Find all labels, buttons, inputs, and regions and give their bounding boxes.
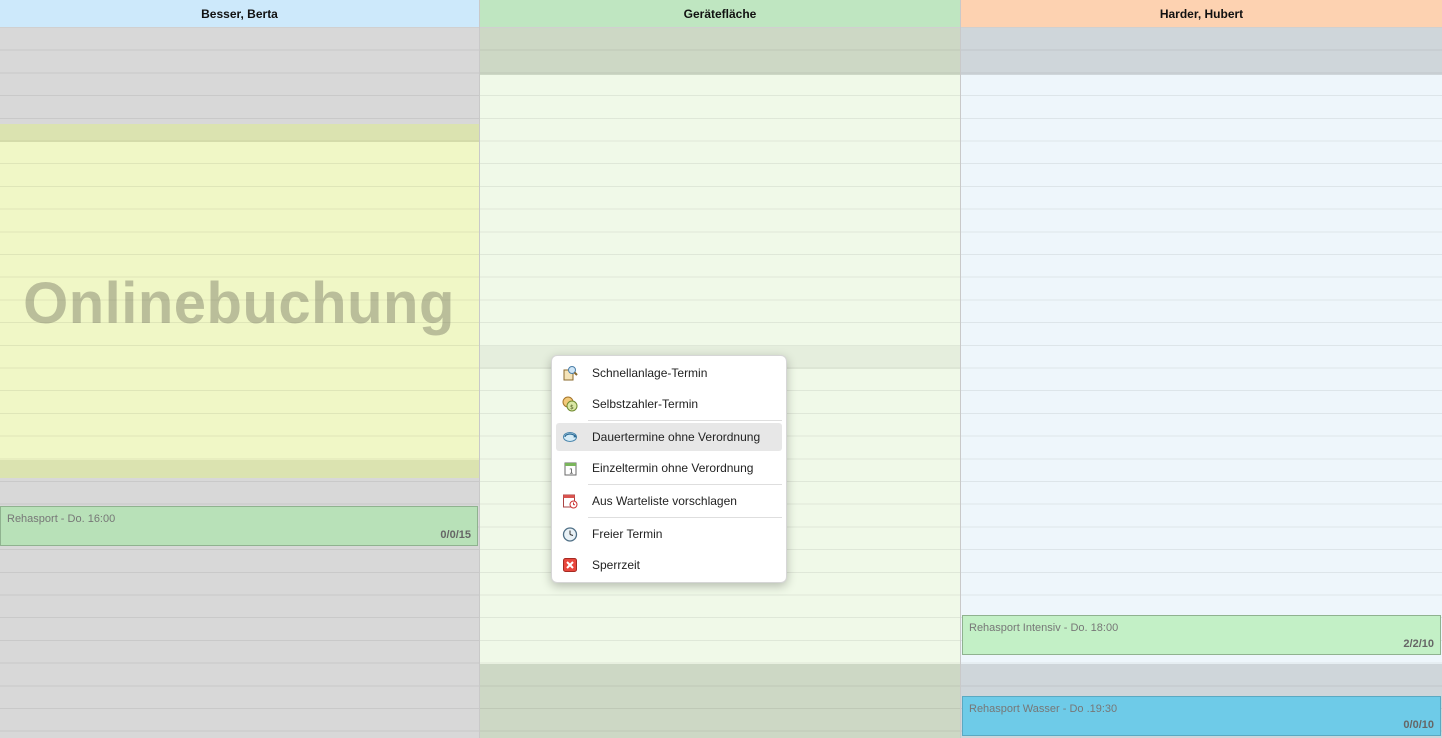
svg-text:$: $ (570, 404, 574, 411)
menu-item-schnellanlage-termin[interactable]: Schnellanlage-Termin (556, 359, 782, 387)
menu-item-label: Selbstzahler-Termin (592, 397, 699, 411)
menu-item-selbstzahler-termin[interactable]: $ Selbstzahler-Termin (556, 390, 782, 418)
appointment-rehasport-1600[interactable]: Rehasport - Do. 16:00 0/0/15 (0, 506, 478, 546)
appointment-title: Rehasport - Do. 16:00 (7, 513, 116, 525)
quick-create-icon (563, 366, 578, 381)
menu-item-label: Dauertermine ohne Verordnung (592, 430, 761, 444)
appointment-count: 2/2/10 (1403, 638, 1434, 650)
column-header-geraeteflaeche[interactable]: Gerätefläche (480, 0, 960, 28)
menu-separator (588, 420, 782, 421)
column-harder-hubert[interactable]: Harder, Hubert Rehasport Intensiv - Do. … (961, 0, 1442, 738)
appointment-title: Rehasport Intensiv - Do. 18:00 (969, 622, 1119, 634)
menu-item-dauertermine-ohne-verordnung[interactable]: Dauertermine ohne Verordnung (556, 423, 782, 451)
time-slot-lines (0, 28, 479, 738)
column-header-label: Gerätefläche (683, 6, 757, 21)
menu-item-label: Aus Warteliste vorschlagen (592, 494, 737, 508)
menu-item-freier-termin[interactable]: Freier Termin (556, 520, 782, 548)
menu-item-label: Freier Termin (592, 527, 663, 541)
appointment-count: 0/0/10 (1403, 719, 1434, 731)
appointment-title: Rehasport Wasser - Do .19:30 (969, 703, 1118, 715)
menu-item-label: Einzeltermin ohne Verordnung (592, 461, 754, 475)
coins-icon: $ (562, 396, 578, 412)
column-header-besser-berta[interactable]: Besser, Berta (0, 0, 479, 28)
column-header-label: Harder, Hubert (1159, 6, 1244, 21)
menu-separator (588, 484, 782, 485)
menu-item-aus-warteliste-vorschlagen[interactable]: Aus Warteliste vorschlagen (556, 487, 782, 515)
recurring-icon (563, 432, 577, 442)
column-besser-berta[interactable]: Besser, Berta Onlinebuchung Rehasport - … (0, 0, 479, 738)
menu-item-einzeltermin-ohne-verordnung[interactable]: 1 Einzeltermin ohne Verordnung (556, 454, 782, 482)
appointment-count: 0/0/15 (440, 529, 471, 541)
appointment-rehasport-intensiv-1800[interactable]: Rehasport Intensiv - Do. 18:00 2/2/10 (962, 615, 1441, 655)
column-header-label: Besser, Berta (201, 6, 278, 21)
column-header-harder-hubert[interactable]: Harder, Hubert (961, 0, 1442, 28)
block-icon (563, 558, 577, 572)
menu-item-label: Schnellanlage-Termin (592, 366, 708, 380)
clock-icon (562, 527, 578, 542)
appointment-rehasport-wasser-1930[interactable]: Rehasport Wasser - Do .19:30 0/0/10 (962, 696, 1441, 736)
single-date-icon: 1 (564, 462, 577, 476)
menu-item-sperrzeit[interactable]: Sperrzeit (556, 551, 782, 579)
menu-item-label: Sperrzeit (592, 558, 641, 572)
menu-separator (588, 517, 782, 518)
online-booking-watermark: Onlinebuchung (23, 271, 455, 336)
waitlist-icon (563, 494, 578, 509)
context-menu: Schnellanlage-Termin $ Selbstzahler-Term… (551, 355, 787, 583)
svg-text:1: 1 (569, 468, 573, 476)
